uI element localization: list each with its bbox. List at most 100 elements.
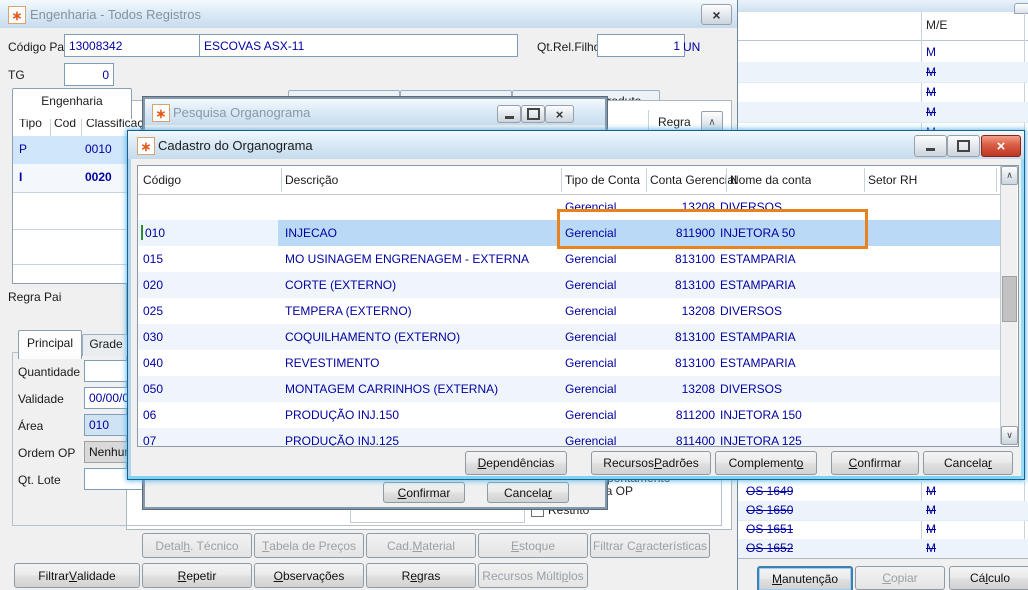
minimize-icon[interactable] xyxy=(497,105,521,123)
tab-engenharia[interactable]: Engenharia xyxy=(12,88,132,119)
scroll-up-icon[interactable]: ∧ xyxy=(1001,166,1018,185)
manutencao-button[interactable]: Manutenção xyxy=(757,566,853,590)
table-row[interactable]: M xyxy=(736,102,1028,123)
table-row[interactable]: OS 1651 M xyxy=(736,520,1028,540)
ordem-op-label: Ordem OP xyxy=(18,446,76,460)
table-row[interactable]: 050 MONTAGEM CARRINHOS (EXTERNA) Gerenci… xyxy=(138,376,1000,402)
regras-button[interactable]: Re gras xyxy=(366,563,476,588)
engenharia-window-title: Engenharia - Todos Registros xyxy=(30,7,202,22)
pesquisa-titlebar[interactable]: ∗ Pesquisa Organograma × xyxy=(145,99,605,125)
os-cell: OS 1652 xyxy=(746,541,794,555)
estoque-button[interactable]: Estoque xyxy=(478,533,588,558)
me-cell: M xyxy=(926,45,936,59)
col-descricao[interactable]: Descrição xyxy=(285,173,338,187)
nome-cell: INJETORA 150 xyxy=(720,408,802,422)
app-logo-icon: ∗ xyxy=(8,6,26,24)
codigo-cell: 07 xyxy=(143,434,157,447)
conta-cell: 813100 xyxy=(674,356,715,370)
os-cell: OS 1651 xyxy=(746,522,794,536)
table-row[interactable]: M xyxy=(736,42,1028,63)
conta-cell: 811900 xyxy=(675,226,715,240)
os-cell: OS 1649 xyxy=(746,484,794,498)
tipo-cell: Gerencial xyxy=(565,382,617,396)
complemento-button[interactable]: Complement o xyxy=(715,451,817,475)
tipo-cell: P xyxy=(19,142,28,156)
me-cell: M xyxy=(926,85,936,99)
copiar-button[interactable]: Copiar xyxy=(855,566,945,590)
scroll-down-icon[interactable]: ∨ xyxy=(1001,426,1018,445)
close-icon[interactable]: × xyxy=(981,135,1021,157)
calculo-button[interactable]: Cá l culo xyxy=(949,566,1028,590)
tg-input[interactable]: 0 xyxy=(64,63,114,86)
table-row[interactable]: OS 1652 M xyxy=(736,539,1028,558)
col-nome-da-conta[interactable]: Nome da conta xyxy=(730,173,811,187)
tabela-de-precos-button[interactable]: Tabela de Preços xyxy=(254,533,364,558)
window-bottom-glow xyxy=(128,476,1024,479)
codigo-edit-cell[interactable]: 010 xyxy=(138,220,278,246)
observacoes-button[interactable]: Observações xyxy=(254,563,364,588)
conta-cell: 811400 xyxy=(675,434,715,447)
nome-cell: ESTAMPARIA xyxy=(720,330,796,344)
scrollbar-thumb[interactable] xyxy=(1002,276,1017,322)
maximize-icon[interactable] xyxy=(947,135,980,157)
codigo-pai-input[interactable]: 13008342 xyxy=(64,34,205,57)
tab-grade[interactable]: Grade xyxy=(82,334,130,356)
unit-label: UN xyxy=(683,40,701,54)
tab-principal[interactable]: Principal xyxy=(18,330,82,359)
regra-pai-label: Regra Pai xyxy=(8,290,62,304)
table-row[interactable]: 025 TEMPERA (EXTERNO) Gerencial 13208 DI… xyxy=(138,298,1000,324)
recursos-padroes-button[interactable]: Recursos Padrões xyxy=(591,451,711,475)
background-partial-button[interactable] xyxy=(1014,3,1028,14)
table-row[interactable]: M xyxy=(736,82,1028,103)
vertical-scrollbar[interactable]: ∧ ∨ xyxy=(1000,166,1018,445)
cadastro-confirmar-button[interactable]: Confirmar xyxy=(831,451,919,475)
table-row[interactable]: M xyxy=(736,62,1028,83)
descricao-input[interactable]: ESCOVAS ASX-11 xyxy=(199,34,518,57)
recursos-multiplos-button[interactable]: Recursos Múlti p los xyxy=(478,563,588,588)
table-row[interactable]: 07 PRODUÇÃO INJ.125 Gerencial 811400 INJ… xyxy=(138,428,1000,447)
table-row[interactable]: OS 1650 M xyxy=(736,501,1028,521)
filtrar-validade-button[interactable]: Filtrar Validade xyxy=(14,563,140,588)
app-logo-icon: ∗ xyxy=(152,104,170,122)
cadastro-cancelar-button[interactable]: Cancela r xyxy=(923,451,1013,475)
me-cell: M xyxy=(926,484,936,498)
table-row[interactable]: 020 CORTE (EXTERNO) Gerencial 813100 EST… xyxy=(138,272,1000,298)
table-row[interactable]: Gerencial 13208 DIVERSOS xyxy=(138,194,1000,220)
col-tipo-de-conta[interactable]: Tipo de Conta xyxy=(565,173,640,187)
table-row[interactable]: 06 PRODUÇÃO INJ.150 Gerencial 811200 INJ… xyxy=(138,402,1000,428)
detalh-tecnico-button[interactable]: Detal h. Técnico xyxy=(142,533,252,558)
minimize-icon[interactable] xyxy=(914,135,947,157)
codigo-cell: 030 xyxy=(143,330,164,344)
close-icon[interactable]: × xyxy=(545,105,574,123)
qt-lote-label: Qt. Lote xyxy=(18,473,61,487)
repetir-button[interactable]: Repetir xyxy=(142,563,252,588)
cad-material-button[interactable]: Cad. Material xyxy=(366,533,476,558)
table-row[interactable]: OS 1649 M xyxy=(736,482,1028,502)
table-row[interactable]: 040 REVESTIMENTO Gerencial 813100 ESTAMP… xyxy=(138,350,1000,376)
codigo-pai-label: Código Pai xyxy=(8,40,67,54)
cadastro-titlebar[interactable]: ∗ Cadastro do Organograma × xyxy=(128,131,1024,159)
close-icon[interactable]: × xyxy=(701,4,732,25)
pesquisa-cancelar-button[interactable]: Cancela r xyxy=(487,482,569,503)
filtrar-caracteristicas-button[interactable]: Filtrar Ca racterísticas xyxy=(590,533,710,558)
nome-cell: ESTAMPARIA xyxy=(720,278,796,292)
table-row[interactable]: 015 MO USINAGEM ENGRENAGEM - EXTERNA Ger… xyxy=(138,246,1000,272)
pesquisa-confirmar-button[interactable]: Confirmar xyxy=(383,482,465,503)
tipo-cell: Gerencial xyxy=(565,278,617,292)
table-row[interactable]: 030 COQUILHAMENTO (EXTERNO) Gerencial 81… xyxy=(138,324,1000,350)
col-conta-gerencial[interactable]: Conta Gerencial xyxy=(650,173,737,187)
dependencias-button[interactable]: Dependências xyxy=(465,451,567,475)
col-setor-rh[interactable]: Setor RH xyxy=(868,173,917,187)
codigo-cell: 050 xyxy=(143,382,164,396)
codigo-cell: 06 xyxy=(143,408,157,422)
descricao-cell: MO USINAGEM ENGRENAGEM - EXTERNA xyxy=(285,252,530,266)
table-row-selected[interactable]: 010 INJECAO Gerencial 811900 INJETORA 50 xyxy=(138,220,1000,246)
codigo-cell: 010 xyxy=(145,226,166,240)
conta-cell: 813100 xyxy=(674,330,715,344)
me-column-header: M/E xyxy=(926,18,948,32)
maximize-icon[interactable] xyxy=(521,105,545,123)
qt-rel-filho-input[interactable]: 1 xyxy=(597,34,685,57)
col-codigo[interactable]: Código xyxy=(143,173,181,187)
window-right-glow xyxy=(1021,131,1024,479)
engenharia-titlebar[interactable]: ∗ Engenharia - Todos Registros × xyxy=(0,0,737,28)
